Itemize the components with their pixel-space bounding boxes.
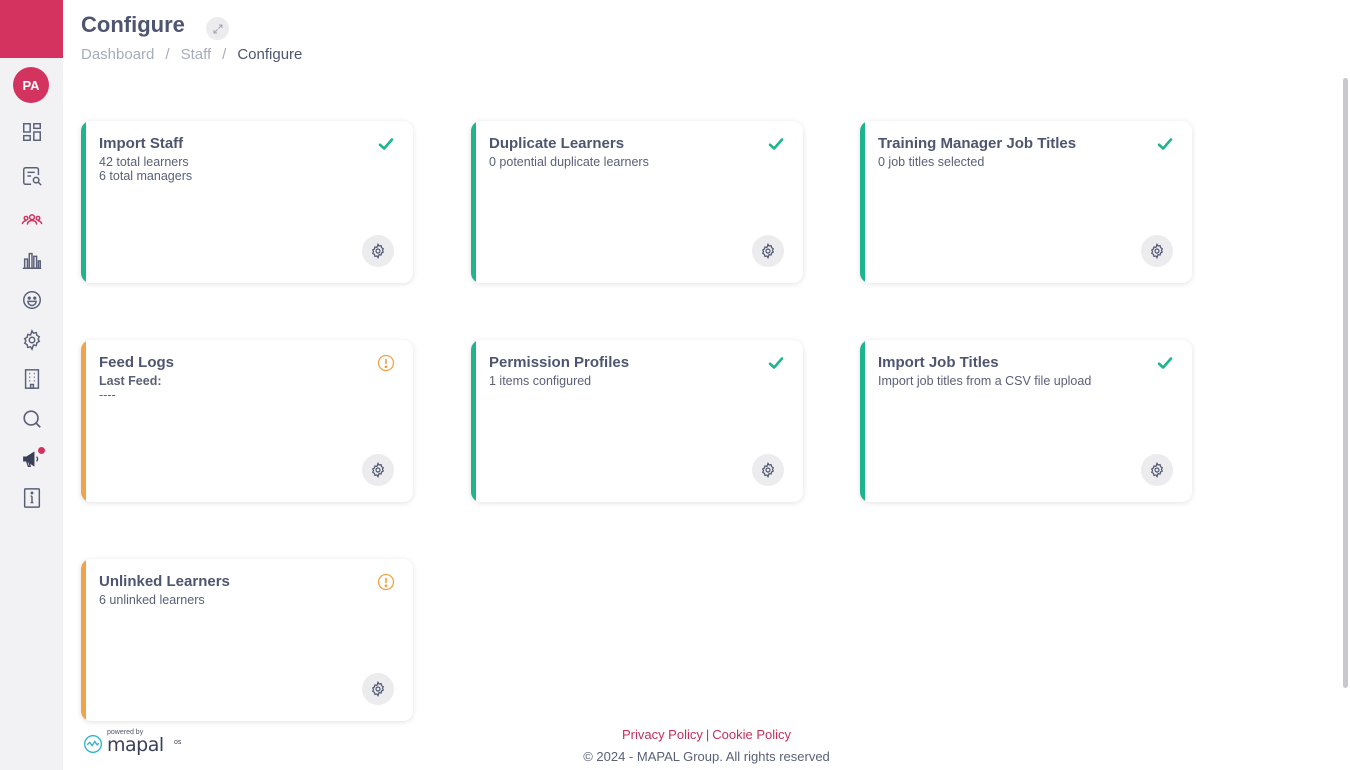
card-duplicate-learners[interactable]: Duplicate Learners 0 potential duplicate…: [471, 121, 803, 283]
notification-dot: [38, 447, 45, 454]
card-title: Permission Profiles: [489, 354, 630, 371]
nav-info[interactable]: [19, 485, 45, 511]
nav-dashboard[interactable]: [19, 119, 45, 145]
card-settings-button[interactable]: [752, 235, 784, 267]
card-title: Duplicate Learners: [489, 135, 625, 152]
card-detail: Import job titles from a CSV file upload: [878, 374, 1092, 388]
card-title: Feed Logs: [99, 354, 175, 371]
breadcrumb-dashboard[interactable]: Dashboard: [81, 46, 154, 63]
search-report-icon: [23, 167, 42, 186]
gear-icon: [23, 329, 41, 351]
nav-staff[interactable]: [19, 207, 45, 233]
card-detail: 0 job titles selected: [878, 155, 985, 169]
footer-separator: |: [705, 727, 710, 742]
expand-button[interactable]: [206, 17, 229, 40]
scrollbar[interactable]: [1341, 78, 1350, 720]
expand-icon: [213, 24, 222, 33]
gear-icon: [761, 462, 775, 478]
nav-search[interactable]: [19, 406, 45, 432]
card-detail: 6 unlinked learners: [99, 593, 205, 607]
card-detail: 42 total learners: [99, 155, 189, 169]
gear-icon: [371, 243, 385, 259]
card-title: Unlinked Learners: [99, 573, 230, 590]
bar-chart-icon: [22, 252, 42, 269]
card-settings-button[interactable]: [362, 673, 394, 705]
nav-announcements[interactable]: [19, 446, 45, 472]
card-detail: 0 potential duplicate learners: [489, 155, 649, 169]
gear-icon: [371, 681, 385, 697]
sidebar-brand-bar: [0, 0, 63, 58]
breadcrumb-staff[interactable]: Staff: [181, 46, 212, 63]
card-detail: 1 items configured: [489, 374, 592, 388]
sidebar: PA: [0, 0, 63, 770]
card-detail: 6 total managers: [99, 169, 193, 183]
card-settings-button[interactable]: [752, 454, 784, 486]
card-feed-logs[interactable]: Feed Logs Last Feed: ----: [81, 340, 413, 502]
nav-organisation[interactable]: [19, 366, 45, 392]
card-import-staff[interactable]: Import Staff 42 total learners 6 total m…: [81, 121, 413, 283]
breadcrumb-separator: /: [222, 46, 227, 63]
breadcrumb: Dashboard / Staff / Configure: [81, 46, 302, 63]
card-permission-profiles[interactable]: Permission Profiles 1 items configured: [471, 340, 803, 502]
card-settings-button[interactable]: [1141, 235, 1173, 267]
gear-icon: [371, 462, 385, 478]
card-detail: ----: [99, 388, 116, 402]
nav-analytics[interactable]: [19, 247, 45, 273]
search-icon: [23, 410, 41, 428]
card-settings-button[interactable]: [1141, 454, 1173, 486]
info-icon: [23, 488, 41, 508]
card-title: Import Staff: [99, 135, 184, 152]
page-title: Configure: [81, 12, 185, 37]
gear-icon: [1150, 462, 1164, 478]
check-icon: [378, 138, 394, 150]
card-title: Training Manager Job Titles: [878, 135, 1077, 152]
breadcrumb-separator: /: [165, 46, 170, 63]
scrollbar-thumb[interactable]: [1343, 78, 1348, 688]
privacy-policy-link[interactable]: Privacy Policy: [622, 727, 703, 742]
card-training-manager-job-titles[interactable]: Training Manager Job Titles 0 job titles…: [860, 121, 1192, 283]
building-icon: [24, 369, 40, 389]
card-unlinked-learners[interactable]: Unlinked Learners 6 unlinked learners: [81, 559, 413, 721]
card-detail: Last Feed:: [99, 374, 162, 388]
nav-reports[interactable]: [19, 163, 45, 189]
gear-icon: [761, 243, 775, 259]
check-icon: [1157, 138, 1173, 150]
smiley-icon: [23, 291, 41, 309]
warning-icon: [377, 354, 395, 372]
breadcrumb-current: Configure: [237, 46, 303, 63]
check-icon: [768, 138, 784, 150]
card-settings-button[interactable]: [362, 235, 394, 267]
card-title: Import Job Titles: [878, 354, 999, 371]
cookie-policy-link[interactable]: Cookie Policy: [712, 727, 791, 742]
check-icon: [1157, 357, 1173, 369]
warning-icon: [377, 573, 395, 591]
people-icon: [21, 214, 43, 225]
footer-links: Privacy Policy | Cookie Policy: [0, 727, 1350, 742]
card-settings-button[interactable]: [362, 454, 394, 486]
card-import-job-titles[interactable]: Import Job Titles Import job titles from…: [860, 340, 1192, 502]
gear-icon: [1150, 243, 1164, 259]
copyright-text: © 2024 - MAPAL Group. All rights reserve…: [583, 749, 830, 764]
nav-feedback[interactable]: [19, 287, 45, 313]
check-icon: [768, 357, 784, 369]
user-avatar[interactable]: PA: [13, 67, 49, 103]
nav-settings[interactable]: [19, 327, 45, 353]
dashboard-icon: [23, 123, 41, 141]
